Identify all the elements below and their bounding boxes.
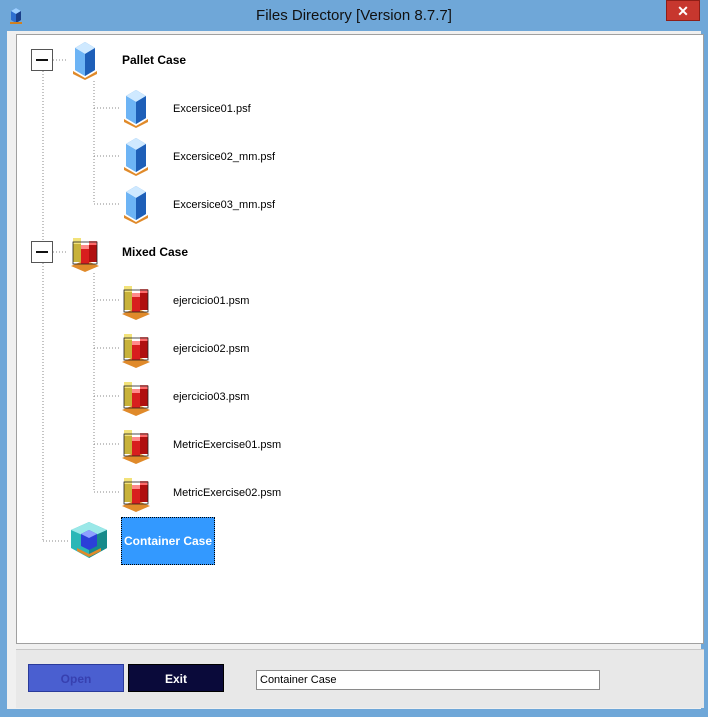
- title-bar[interactable]: Files Directory [Version 8.7.7] ✕: [0, 0, 708, 32]
- mixed-case-icon: [118, 328, 154, 368]
- file-item[interactable]: MetricExercise02.psm: [173, 487, 281, 499]
- file-item[interactable]: Excersice03_mm.psf: [173, 199, 275, 211]
- exit-button[interactable]: Exit: [128, 664, 224, 692]
- file-item[interactable]: MetricExercise01.psm: [173, 439, 281, 451]
- collapse-toggle-0[interactable]: [31, 49, 53, 71]
- container-case-icon: [69, 520, 107, 560]
- tree-node-mixed-case[interactable]: Mixed Case: [122, 245, 188, 259]
- file-tree[interactable]: Pallet Case Excersice01.psf Excersice02_…: [16, 34, 704, 644]
- collapse-toggle-1[interactable]: [31, 241, 53, 263]
- tree-node-pallet-case[interactable]: Pallet Case: [122, 53, 186, 67]
- file-item[interactable]: Excersice02_mm.psf: [173, 151, 275, 163]
- file-item[interactable]: ejercicio03.psm: [173, 391, 249, 403]
- pallet-case-icon: [67, 40, 103, 80]
- app-window: Files Directory [Version 8.7.7] ✕ Pallet…: [0, 0, 708, 717]
- client-area: Pallet Case Excersice01.psf Excersice02_…: [7, 31, 704, 709]
- pallet-case-icon: [118, 88, 154, 128]
- minus-icon: [36, 251, 48, 253]
- mixed-case-icon: [118, 280, 154, 320]
- file-item[interactable]: ejercicio01.psm: [173, 295, 249, 307]
- tree-node-container-case[interactable]: Container Case: [121, 517, 216, 565]
- selected-item-field[interactable]: Container Case: [256, 670, 600, 690]
- pallet-case-icon: [118, 184, 154, 224]
- mixed-case-icon: [118, 376, 154, 416]
- pallet-case-icon: [118, 136, 154, 176]
- close-button[interactable]: ✕: [666, 0, 700, 21]
- mixed-case-icon: [67, 232, 103, 272]
- window-title: Files Directory [Version 8.7.7]: [256, 7, 452, 24]
- mixed-case-icon: [118, 424, 154, 464]
- footer-bar: Open Exit Container Case: [16, 649, 704, 708]
- minus-icon: [36, 59, 48, 61]
- open-button[interactable]: Open: [28, 664, 124, 692]
- mixed-case-icon: [118, 472, 154, 512]
- file-item[interactable]: ejercicio02.psm: [173, 343, 249, 355]
- file-item[interactable]: Excersice01.psf: [173, 103, 251, 115]
